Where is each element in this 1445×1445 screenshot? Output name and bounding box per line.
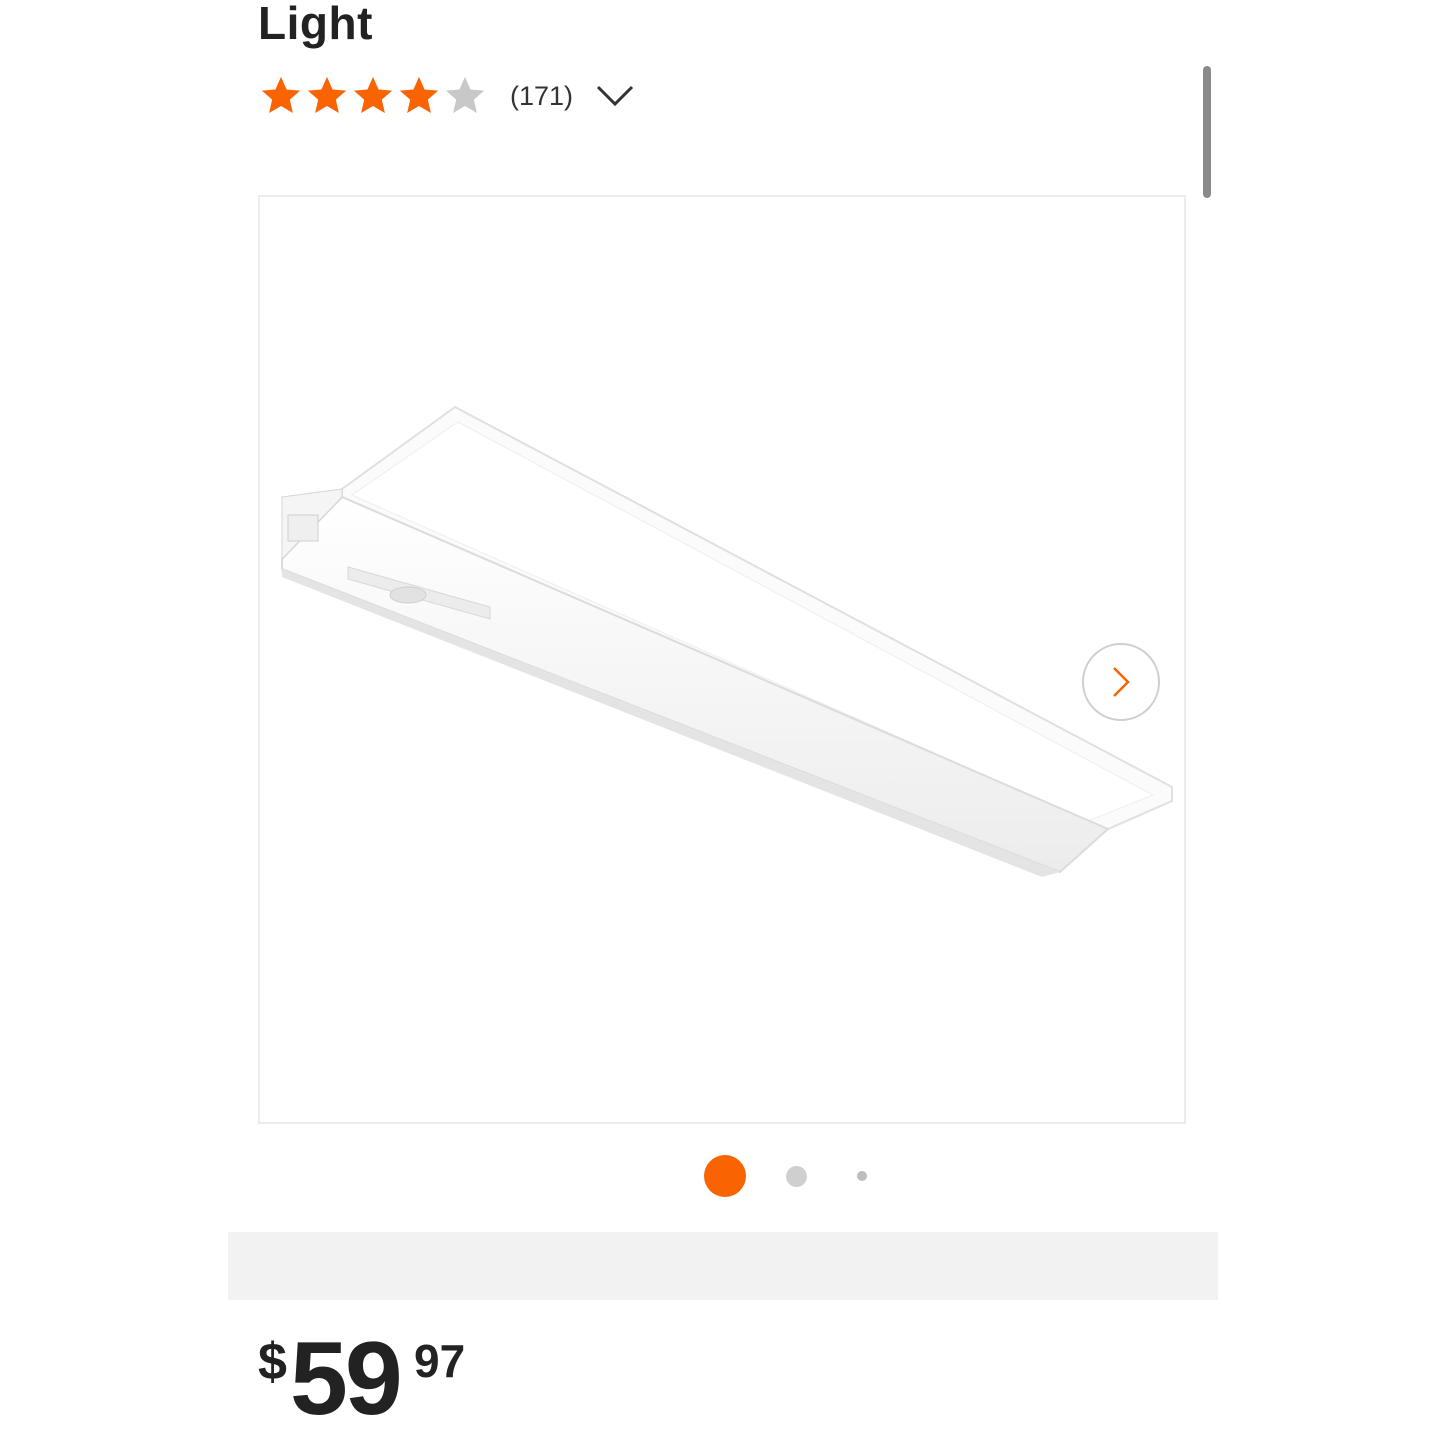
- rating-row[interactable]: (171): [258, 72, 635, 120]
- scrollbar[interactable]: [1203, 66, 1211, 198]
- product-image: [281, 405, 1173, 877]
- carousel-dot-active[interactable]: [704, 1155, 746, 1197]
- price-cents: 97: [414, 1335, 466, 1387]
- star-icon: [307, 76, 347, 114]
- carousel-dot[interactable]: [786, 1166, 807, 1187]
- price-dollars: 59: [290, 1321, 403, 1437]
- star-icon: [261, 76, 301, 114]
- star-icon: [399, 76, 439, 114]
- star-icon: [353, 76, 393, 114]
- next-image-button[interactable]: [1082, 643, 1160, 721]
- star-rating: [258, 73, 488, 119]
- carousel-dots: [0, 1155, 1445, 1197]
- price-currency: $: [258, 1333, 287, 1391]
- product-image-frame[interactable]: [258, 195, 1186, 1124]
- product-title: Light: [258, 0, 373, 49]
- star-empty-icon: [445, 76, 485, 114]
- carousel-dot[interactable]: [857, 1171, 867, 1181]
- section-divider: [228, 1232, 1218, 1300]
- review-count[interactable]: (171): [510, 81, 573, 112]
- chevron-down-icon[interactable]: [595, 83, 635, 109]
- chevron-right-icon: [1113, 667, 1130, 697]
